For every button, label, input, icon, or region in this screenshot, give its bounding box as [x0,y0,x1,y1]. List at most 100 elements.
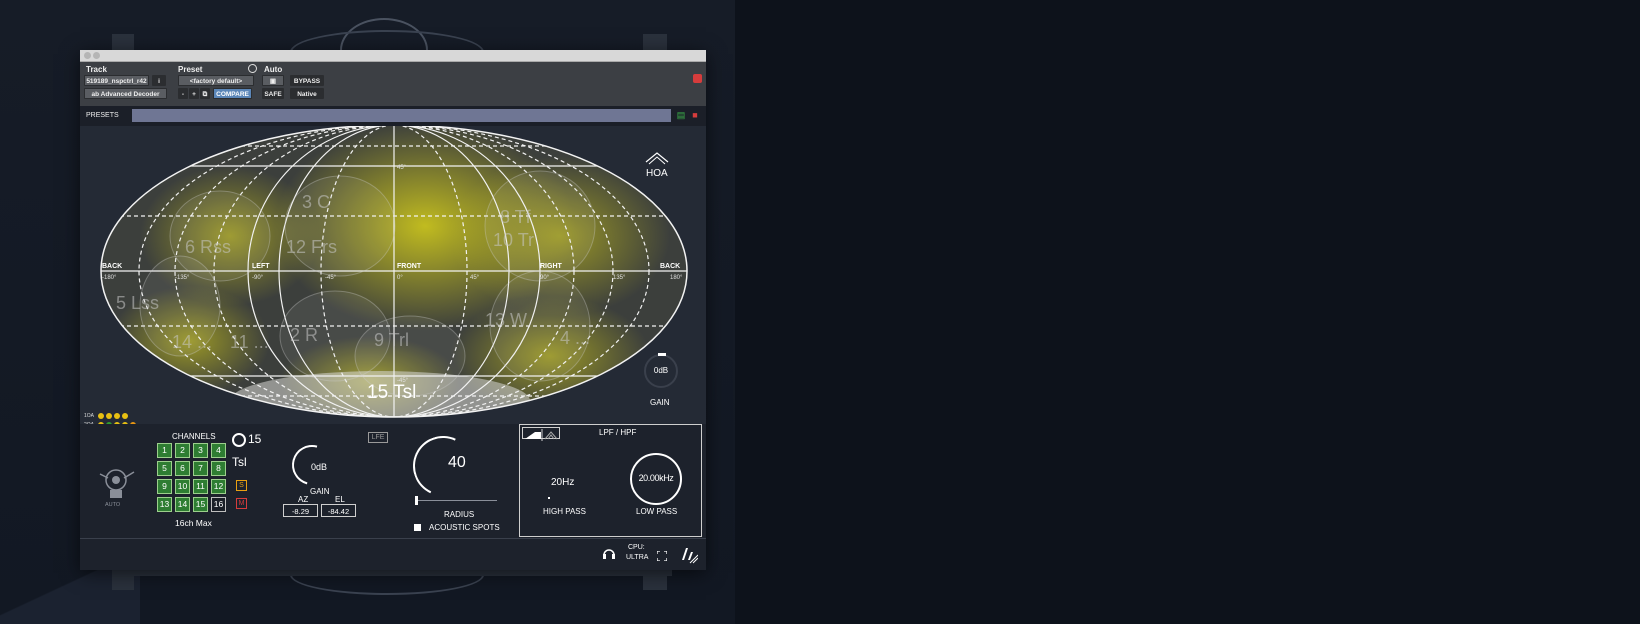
channel-gain-value: 0dB [311,462,328,472]
angle-label: -90° [252,275,264,281]
speaker-label[interactable]: 14 ... [172,332,212,352]
hpf-indicator [548,497,550,499]
hpf-value[interactable]: 20Hz [551,477,574,488]
automation-icon: ▣ [269,78,277,85]
plugin-select[interactable]: ab Advanced Decoder [84,88,167,99]
lpf-value: 20.00kHz [638,473,674,483]
channel-button-9[interactable]: 9 [157,479,172,494]
headphones-icon[interactable] [602,546,616,560]
solo-button[interactable]: S [236,480,247,491]
angle-label: 90° [540,275,550,281]
channel-button-8[interactable]: 8 [211,461,226,476]
speaker-label[interactable]: 10 Tr [493,230,534,250]
preset-copy-icon[interactable]: ⧉ [200,88,210,99]
meter-row-label: 1OA [84,413,95,420]
output-gain-knob[interactable]: 0dB [644,353,678,388]
selected-channel-name: Tsl [232,455,247,469]
channel-button-1[interactable]: 1 [157,443,172,458]
minimize-dot[interactable] [93,52,100,59]
elevation-top-label: 45° [397,165,407,171]
channel-power-icon[interactable] [232,433,246,447]
acoustic-spots-label: ACOUSTIC SPOTS [429,523,500,532]
channel-button-15[interactable]: 15 [193,497,208,512]
track-label: Track [86,65,107,74]
safe-button[interactable]: SAFE [262,88,284,99]
delete-preset-icon[interactable]: ■ [690,110,700,121]
title-bar[interactable] [80,50,706,62]
brand-logo-icon [678,544,699,564]
speaker-label[interactable]: 9 Trl [374,330,409,350]
filter-type-buttons[interactable] [522,427,560,441]
decor-post-top-left [112,34,134,50]
lpf-knob[interactable]: 20.00kHz [630,453,682,505]
sphere-map[interactable]: BACK LEFT FRONT RIGHT BACK -180° -135° -… [80,126,706,426]
direction-back-left: BACK [102,263,122,270]
channel-button-7[interactable]: 7 [193,461,208,476]
speaker-label[interactable]: 2 R [290,325,318,345]
channel-button-10[interactable]: 10 [175,479,190,494]
mute-button[interactable]: M [236,498,247,509]
speaker-label[interactable]: 5 Lss [116,293,159,313]
radius-slider-thumb[interactable] [415,496,418,505]
hoa-logo: HOA [645,152,669,179]
radius-slider[interactable] [415,496,497,505]
save-preset-icon[interactable]: ▤ [676,110,686,121]
radius-value: 40 [448,454,466,471]
channel-button-13[interactable]: 13 [157,497,172,512]
channel-button-16[interactable]: 16 [211,497,226,512]
presets-field[interactable] [132,109,671,122]
speaker-label[interactable]: 12 Frs [286,237,337,257]
selected-channel-number: 15 [248,432,262,446]
meter-row: 1OA [84,412,218,421]
angle-label: 135° [613,275,626,281]
track-name-select[interactable]: 519189_nspctrl_r42 [84,75,149,86]
speaker-label[interactable]: 8 Tf [500,207,532,227]
elevation-label: EL [335,495,345,504]
speaker-label[interactable]: 11 ... [230,332,269,352]
track-index-select[interactable]: i [152,75,166,86]
angle-label: 180° [670,275,683,281]
robot-auto-icon[interactable]: AUTO [96,464,136,508]
radius-knob[interactable] [404,427,482,505]
speaker-label[interactable]: 4 ... [560,328,590,348]
angle-label: 45° [470,275,480,281]
presets-label: PRESETS [86,112,119,119]
channel-button-3[interactable]: 3 [193,443,208,458]
direction-front: FRONT [397,263,422,270]
close-dot[interactable] [84,52,91,59]
azimuth-label: AZ [298,495,309,504]
azimuth-field[interactable]: -8.29 [283,504,318,517]
native-button[interactable]: Native [290,88,324,99]
preset-plus-button[interactable]: + [189,88,199,99]
channel-button-2[interactable]: 2 [175,443,190,458]
channel-button-12[interactable]: 12 [211,479,226,494]
channel-button-6[interactable]: 6 [175,461,190,476]
fullscreen-icon[interactable] [656,548,668,562]
angle-label: 0° [397,275,403,281]
speaker-label[interactable]: 13 W [485,310,527,330]
preset-minus-button[interactable]: - [178,88,188,99]
cpu-mode[interactable]: ULTRA [626,554,648,561]
acoustic-spots-checkbox[interactable] [414,524,421,531]
channel-button-5[interactable]: 5 [157,461,172,476]
channel-button-11[interactable]: 11 [193,479,208,494]
selected-speaker-label[interactable]: 15 Tsl [367,382,416,403]
auto-button[interactable]: ▣ [262,75,284,86]
lfe-button[interactable]: LFE [368,432,388,443]
speaker-label[interactable]: 3 C [302,192,330,212]
elevation-field[interactable]: -84.42 [321,504,356,517]
preset-power-icon[interactable] [248,64,257,73]
bypass-button[interactable]: BYPASS [290,75,324,86]
angle-label: -135° [175,275,190,281]
factory-preset-select[interactable]: <factory default> [178,75,254,86]
knob-indicator [658,353,666,356]
channel-button-14[interactable]: 14 [175,497,190,512]
channel-max-label: 16ch Max [175,518,212,528]
speaker-label[interactable]: 6 Rss [185,237,231,257]
compare-button[interactable]: COMPARE [213,88,252,99]
lpf-label: LOW PASS [636,507,678,516]
host-header: Track Preset Auto 519189_nspctrl_r42 i <… [80,62,706,106]
channel-button-4[interactable]: 4 [211,443,226,458]
plugin-badge-icon[interactable] [693,74,702,83]
angle-label: -45° [325,275,337,281]
